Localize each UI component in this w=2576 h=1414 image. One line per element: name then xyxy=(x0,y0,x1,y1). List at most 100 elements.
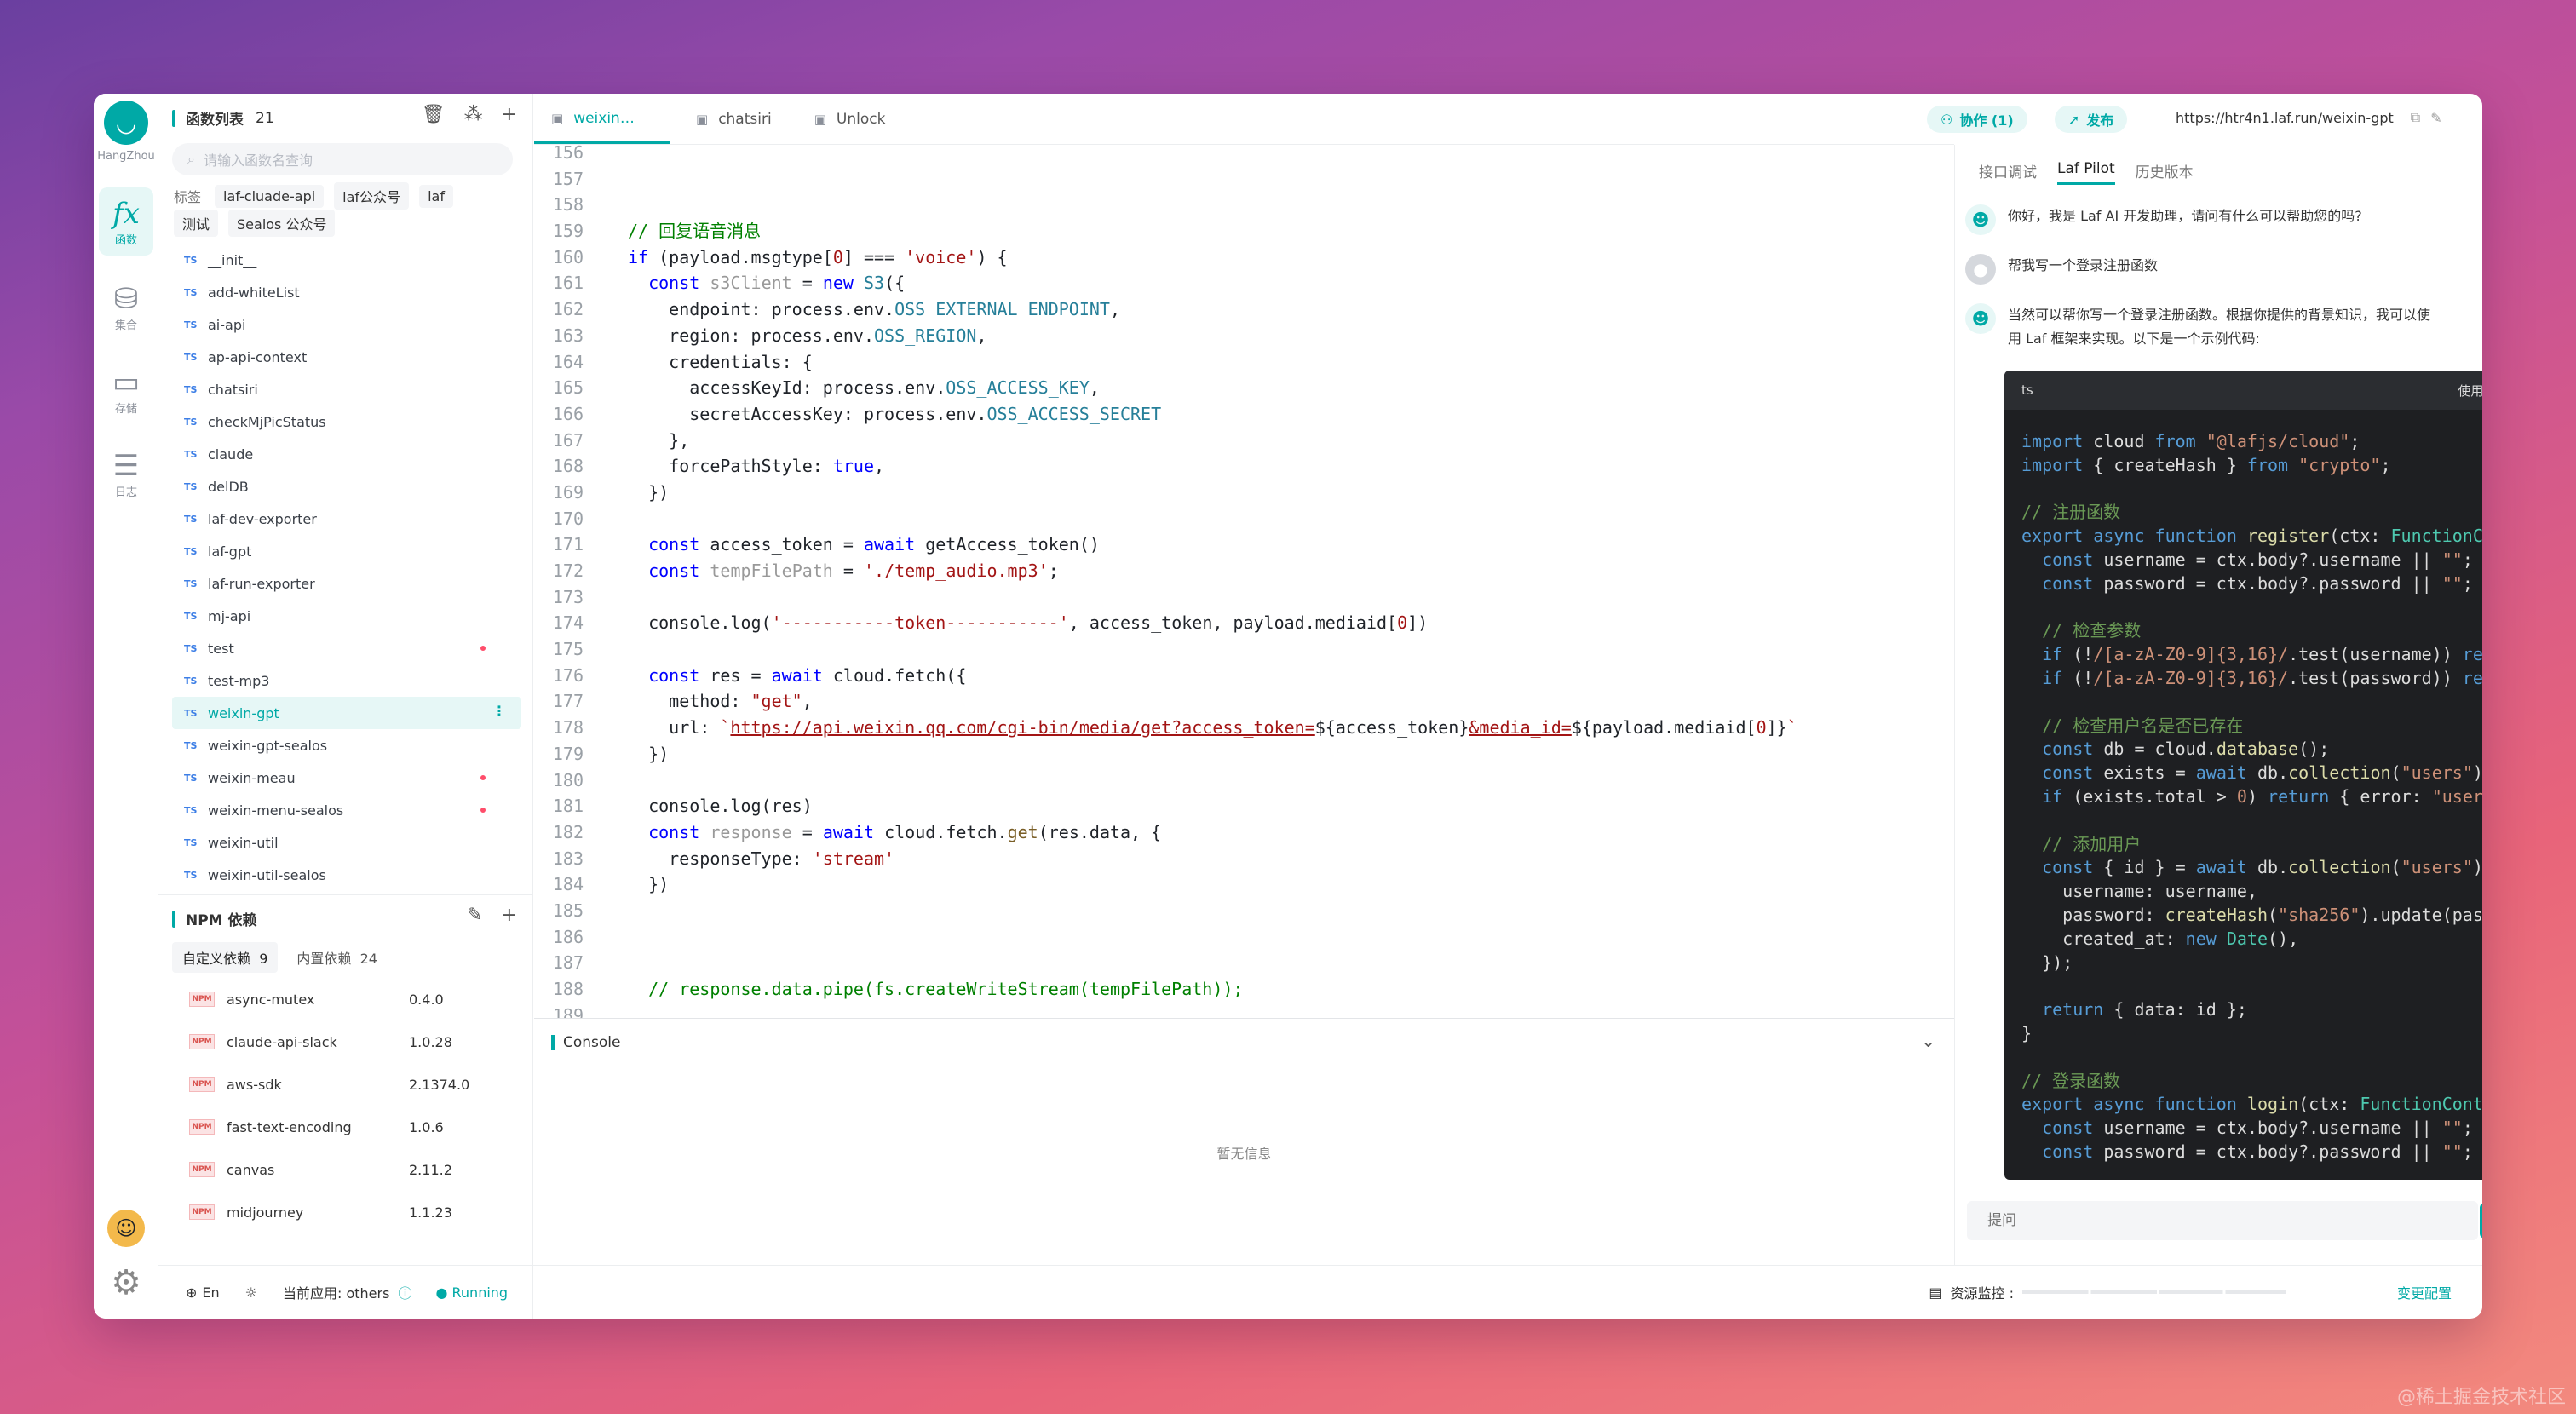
edit-icon[interactable]: ✎ xyxy=(467,905,482,926)
code-line: 172 const tempFilePath = './temp_audio.m… xyxy=(552,560,1059,581)
search-icon: ⌕ xyxy=(187,151,195,167)
npm-icon: NPM xyxy=(189,1204,215,1220)
function-item[interactable]: TS __init__ xyxy=(172,244,521,276)
console-empty: 暂无信息 xyxy=(1216,1146,1272,1162)
code-line: 177 method: "get", xyxy=(552,691,813,712)
dependency-item[interactable]: NPM claude-api-slack 1.0.28 xyxy=(172,1020,513,1063)
npm-icon: NPM xyxy=(189,992,215,1007)
tab-chatsiri[interactable]: ▣ chatsiri xyxy=(679,95,789,144)
tag-item[interactable]: 测试 xyxy=(174,210,219,237)
tab-history[interactable]: 历史版本 xyxy=(2136,160,2194,185)
use-code-button[interactable]: 使用 xyxy=(2458,383,2482,399)
collab-button[interactable]: ⚇ 协作 (1) xyxy=(1927,106,2027,133)
ts-icon: TS xyxy=(184,707,198,719)
edit-icon[interactable]: ✎ xyxy=(2430,110,2441,126)
tag-item[interactable]: laf公众号 xyxy=(334,182,410,210)
left-rail: ◡ HangZhou fx 函数 ⛁ 集合 ▭ 存储 ☰ 日志 ☺ ⚙ xyxy=(94,94,158,1319)
function-item[interactable]: TS weixin-gpt ⋮ xyxy=(172,697,521,729)
tab-builtin-deps[interactable]: 内置依赖 24 xyxy=(286,942,388,973)
tab-weixin[interactable]: ▣ weixin… xyxy=(534,95,670,144)
tab-custom-deps[interactable]: 自定义依赖 9 xyxy=(172,942,279,973)
dependency-list: NPM async-mutex 0.4.0 NPM claude-api-slack 1.… xyxy=(172,978,513,1233)
npm-icon: NPM xyxy=(189,1077,215,1092)
function-item[interactable]: TS checkMjPicStatus xyxy=(172,405,521,438)
dependency-item[interactable]: NPM async-mutex 0.4.0 xyxy=(172,978,513,1020)
dependency-item[interactable]: NPM aws-sdk 2.1374.0 xyxy=(172,1063,513,1106)
code-editor[interactable]: 156 157 158 159// 回复语音消息 160 if (payload.msgt… xyxy=(534,145,1954,1018)
file-icon: ▣ xyxy=(551,110,564,126)
chevron-down-icon[interactable]: ⌄ xyxy=(1921,1031,1935,1051)
change-config-link[interactable]: 变更配置 xyxy=(2397,1282,2452,1302)
rail-item-logs[interactable]: ☰ 日志 xyxy=(99,440,153,508)
function-item[interactable]: TS weixin-util xyxy=(172,826,521,859)
unsaved-dot xyxy=(480,775,486,780)
ai-code: import cloud from "@lafjs/cloud"; import… xyxy=(2021,431,2482,1162)
code-line: 180 xyxy=(552,769,584,790)
add-function-button[interactable]: + xyxy=(502,104,517,125)
tag-row: 测试 Sealos 公众号 xyxy=(174,210,336,237)
rail-item-collections[interactable]: ⛁ 集合 xyxy=(99,273,153,341)
rail-item-storage[interactable]: ▭ 存储 xyxy=(99,356,153,424)
theme-icon[interactable]: ☼ xyxy=(245,1285,257,1301)
laf-logo-icon[interactable]: ◡ xyxy=(104,101,148,145)
function-item[interactable]: TS add-whiteList xyxy=(172,276,521,308)
more-icon[interactable]: ⋮ xyxy=(492,703,506,719)
function-item[interactable]: TS ap-api-context xyxy=(172,341,521,373)
tag-item[interactable]: laf-cluade-api xyxy=(215,184,325,208)
current-app: 当前应用: others xyxy=(283,1285,390,1302)
ai-code-block: ts 使用 复制 import cloud from "@lafjs/cloud… xyxy=(2004,371,2482,1180)
avatar[interactable]: ☺ xyxy=(107,1210,145,1247)
function-item[interactable]: TS weixin-util-sealos xyxy=(172,859,521,891)
tab-api-debug[interactable]: 接口调试 xyxy=(1979,160,2037,185)
function-url[interactable]: https://htr4n1.laf.run/weixin-gpt ⧉ ✎ xyxy=(2176,109,2442,126)
function-search-input[interactable]: ⌕ 请输入函数名查询 xyxy=(172,143,513,175)
robot-icon: ☻ xyxy=(1965,303,1996,334)
tab-laf-pilot[interactable]: Laf Pilot xyxy=(2057,160,2115,185)
npm-tools: ✎ + xyxy=(467,905,517,926)
function-item[interactable]: TS laf-run-exporter xyxy=(172,567,521,600)
function-item[interactable]: TS ai-api xyxy=(172,308,521,341)
dependency-item[interactable]: NPM canvas 2.11.2 xyxy=(172,1148,513,1191)
ts-icon: TS xyxy=(184,739,198,751)
deploy-icon[interactable]: ⁂ xyxy=(464,104,483,125)
code-line: 158 xyxy=(552,194,584,216)
code-line: 174 console.log('-----------token-------… xyxy=(552,612,1429,634)
code-line: 181 console.log(res) xyxy=(552,796,813,817)
function-item[interactable]: TS weixin-gpt-sealos xyxy=(172,729,521,762)
send-button[interactable]: 发送 xyxy=(2480,1203,2482,1239)
code-line: 175 xyxy=(552,639,584,660)
ask-input[interactable] xyxy=(1967,1201,2478,1240)
copy-icon[interactable]: ⧉ xyxy=(2411,109,2420,126)
function-item[interactable]: TS laf-dev-exporter xyxy=(172,503,521,535)
code-line: 187 xyxy=(552,952,584,974)
function-item[interactable]: TS laf-gpt xyxy=(172,535,521,567)
language-switch[interactable]: En xyxy=(202,1285,219,1301)
add-dependency-button[interactable]: + xyxy=(502,905,517,926)
function-item[interactable]: TS delDB xyxy=(172,470,521,503)
tags-label: 标签 xyxy=(174,189,202,205)
function-item[interactable]: TS test xyxy=(172,632,521,664)
function-item[interactable]: TS weixin-menu-sealos xyxy=(172,794,521,826)
trash-icon[interactable]: 🗑 xyxy=(422,104,446,125)
info-icon[interactable]: ⓘ xyxy=(398,1282,411,1302)
gear-icon[interactable]: ⚙ xyxy=(106,1262,147,1303)
function-item[interactable]: TS mj-api xyxy=(172,600,521,632)
dependency-item[interactable]: NPM midjourney 1.1.23 xyxy=(172,1191,513,1233)
function-item[interactable]: TS weixin-meau xyxy=(172,762,521,794)
code-line: 188 // response.data.pipe(fs.createWrite… xyxy=(552,979,1244,999)
function-item[interactable]: TS test-mp3 xyxy=(172,664,521,697)
tag-item[interactable]: Sealos 公众号 xyxy=(228,210,336,237)
tag-item[interactable]: laf xyxy=(419,184,453,208)
resource-monitor[interactable]: ▤ 资源监控 : xyxy=(1929,1282,2286,1302)
code-line: 169 }) xyxy=(552,481,670,503)
rail-item-functions[interactable]: fx 函数 xyxy=(99,187,153,256)
tab-unlock[interactable]: ▣ Unlock xyxy=(797,95,903,144)
dependency-item[interactable]: NPM fast-text-encoding 1.0.6 xyxy=(172,1106,513,1148)
console-title: Console xyxy=(551,1034,621,1051)
publish-button[interactable]: ➚ 发布 xyxy=(2055,106,2128,133)
function-item[interactable]: TS chatsiri xyxy=(172,373,521,405)
function-item[interactable]: TS claude xyxy=(172,438,521,470)
unsaved-dot xyxy=(480,808,486,813)
globe-icon[interactable]: ⊕ xyxy=(186,1285,197,1301)
unsaved-dot xyxy=(480,646,486,651)
